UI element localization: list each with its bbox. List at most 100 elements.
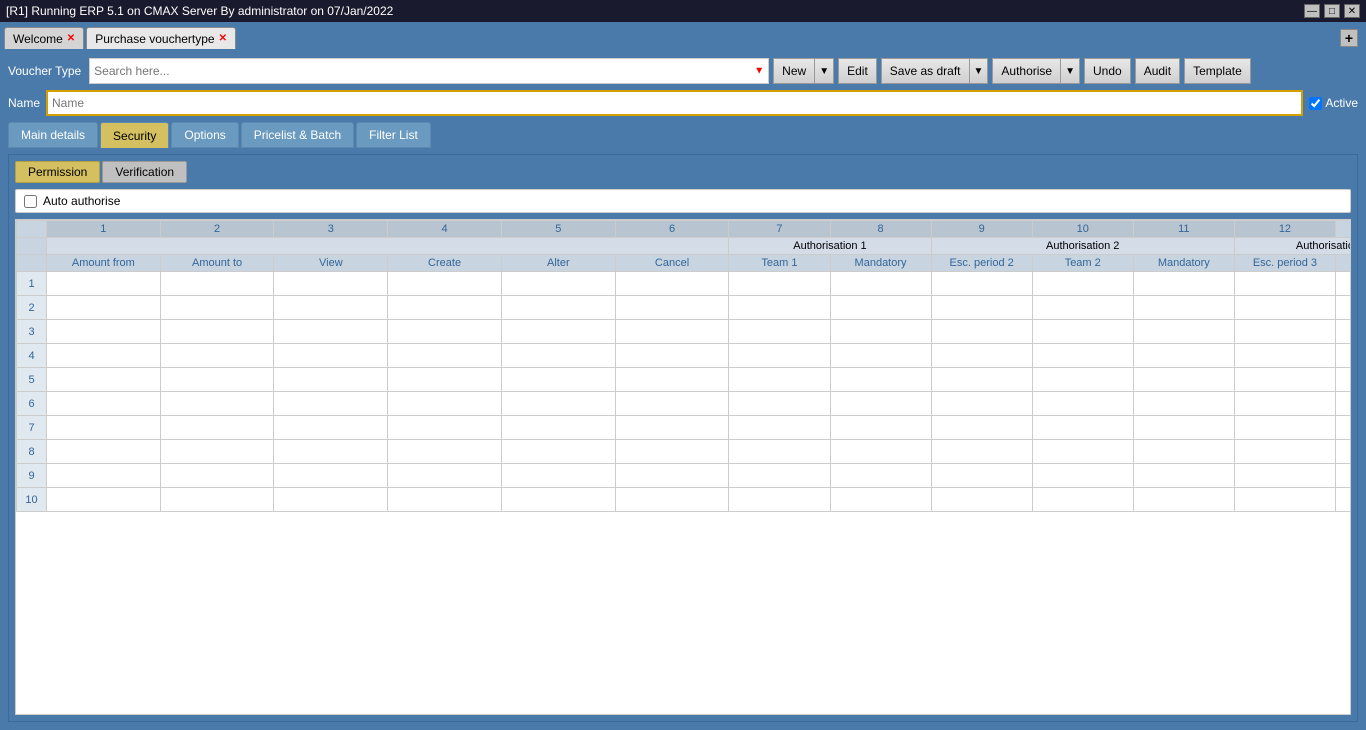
- grid-cell[interactable]: [729, 488, 830, 512]
- grid-cell[interactable]: [1336, 344, 1352, 368]
- grid-cell[interactable]: [47, 272, 161, 296]
- grid-cell[interactable]: [1032, 488, 1133, 512]
- grid-cell[interactable]: [1234, 488, 1335, 512]
- grid-cell[interactable]: [615, 296, 729, 320]
- grid-cell[interactable]: [729, 368, 830, 392]
- audit-button[interactable]: Audit: [1135, 58, 1180, 84]
- grid-cell[interactable]: [160, 296, 274, 320]
- grid-cell[interactable]: [1133, 416, 1234, 440]
- grid-cell[interactable]: [274, 368, 388, 392]
- grid-cell[interactable]: [160, 320, 274, 344]
- tab-welcome[interactable]: Welcome ✕: [4, 27, 84, 49]
- grid-cell[interactable]: [501, 296, 615, 320]
- grid-cell[interactable]: [274, 488, 388, 512]
- grid-cell[interactable]: [729, 272, 830, 296]
- subtab-verification[interactable]: Verification: [102, 161, 187, 183]
- grid-cell[interactable]: [1336, 368, 1352, 392]
- authorise-button[interactable]: Authorise: [992, 58, 1061, 84]
- maximize-button[interactable]: □: [1324, 4, 1340, 18]
- grid-cell[interactable]: [501, 392, 615, 416]
- grid-cell[interactable]: [830, 344, 931, 368]
- grid-cell[interactable]: [729, 464, 830, 488]
- grid-cell[interactable]: [388, 392, 502, 416]
- tab-main-details[interactable]: Main details: [8, 122, 98, 148]
- grid-cell[interactable]: [830, 392, 931, 416]
- grid-cell[interactable]: [160, 392, 274, 416]
- grid-cell[interactable]: [931, 296, 1032, 320]
- grid-cell[interactable]: [388, 464, 502, 488]
- search-dropdown-icon[interactable]: ▼: [754, 66, 764, 77]
- undo-button[interactable]: Undo: [1084, 58, 1131, 84]
- grid-cell[interactable]: [1234, 344, 1335, 368]
- grid-cell[interactable]: [1032, 392, 1133, 416]
- grid-cell[interactable]: [160, 488, 274, 512]
- subtab-permission[interactable]: Permission: [15, 161, 100, 183]
- new-button[interactable]: New: [773, 58, 815, 84]
- grid-cell[interactable]: [274, 344, 388, 368]
- grid-cell[interactable]: [1133, 272, 1234, 296]
- edit-button[interactable]: Edit: [838, 58, 877, 84]
- grid-cell[interactable]: [1234, 272, 1335, 296]
- grid-cell[interactable]: [729, 296, 830, 320]
- grid-cell[interactable]: [1336, 320, 1352, 344]
- grid-cell[interactable]: [47, 440, 161, 464]
- grid-cell[interactable]: [501, 320, 615, 344]
- grid-cell[interactable]: [1032, 344, 1133, 368]
- grid-cell[interactable]: [160, 416, 274, 440]
- grid-cell[interactable]: [1133, 368, 1234, 392]
- grid-cell[interactable]: [830, 440, 931, 464]
- grid-cell[interactable]: [830, 488, 931, 512]
- grid-cell[interactable]: [388, 272, 502, 296]
- grid-cell[interactable]: [160, 464, 274, 488]
- grid-cell[interactable]: [615, 488, 729, 512]
- grid-cell[interactable]: [47, 464, 161, 488]
- grid-cell[interactable]: [615, 416, 729, 440]
- grid-cell[interactable]: [1336, 488, 1352, 512]
- tab-pricelist-batch[interactable]: Pricelist & Batch: [241, 122, 354, 148]
- grid-cell[interactable]: [1336, 440, 1352, 464]
- grid-cell[interactable]: [830, 464, 931, 488]
- name-input[interactable]: [46, 90, 1303, 116]
- grid-cell[interactable]: [1234, 464, 1335, 488]
- grid-cell[interactable]: [388, 488, 502, 512]
- grid-cell[interactable]: [388, 344, 502, 368]
- grid-cell[interactable]: [1133, 296, 1234, 320]
- grid-cell[interactable]: [501, 464, 615, 488]
- close-button[interactable]: ✕: [1344, 4, 1360, 18]
- grid-cell[interactable]: [388, 320, 502, 344]
- auto-authorise-checkbox[interactable]: [24, 195, 37, 208]
- grid-cell[interactable]: [1032, 296, 1133, 320]
- grid-cell[interactable]: [1032, 368, 1133, 392]
- grid-cell[interactable]: [388, 296, 502, 320]
- save-draft-button[interactable]: Save as draft: [881, 58, 970, 84]
- grid-cell[interactable]: [274, 464, 388, 488]
- grid-cell[interactable]: [501, 488, 615, 512]
- grid-cell[interactable]: [1336, 392, 1352, 416]
- grid-cell[interactable]: [1032, 416, 1133, 440]
- grid-cell[interactable]: [47, 488, 161, 512]
- grid-cell[interactable]: [931, 272, 1032, 296]
- grid-cell[interactable]: [1133, 392, 1234, 416]
- grid-cell[interactable]: [274, 440, 388, 464]
- grid-cell[interactable]: [931, 344, 1032, 368]
- grid-cell[interactable]: [1032, 440, 1133, 464]
- grid-cell[interactable]: [615, 320, 729, 344]
- minimize-button[interactable]: —: [1304, 4, 1320, 18]
- tab-welcome-close[interactable]: ✕: [67, 33, 75, 44]
- grid-cell[interactable]: [931, 464, 1032, 488]
- tab-options[interactable]: Options: [171, 122, 238, 148]
- grid-cell[interactable]: [1133, 488, 1234, 512]
- active-checkbox[interactable]: [1309, 97, 1322, 110]
- grid-cell[interactable]: [1234, 440, 1335, 464]
- grid-cell[interactable]: [615, 464, 729, 488]
- grid-cell[interactable]: [160, 440, 274, 464]
- grid-cell[interactable]: [615, 344, 729, 368]
- grid-cell[interactable]: [501, 344, 615, 368]
- grid-cell[interactable]: [274, 296, 388, 320]
- grid-cell[interactable]: [830, 296, 931, 320]
- grid-cell[interactable]: [1133, 440, 1234, 464]
- grid-cell[interactable]: [729, 344, 830, 368]
- grid-cell[interactable]: [830, 272, 931, 296]
- add-tab-button[interactable]: +: [1340, 29, 1358, 47]
- grid-cell[interactable]: [160, 344, 274, 368]
